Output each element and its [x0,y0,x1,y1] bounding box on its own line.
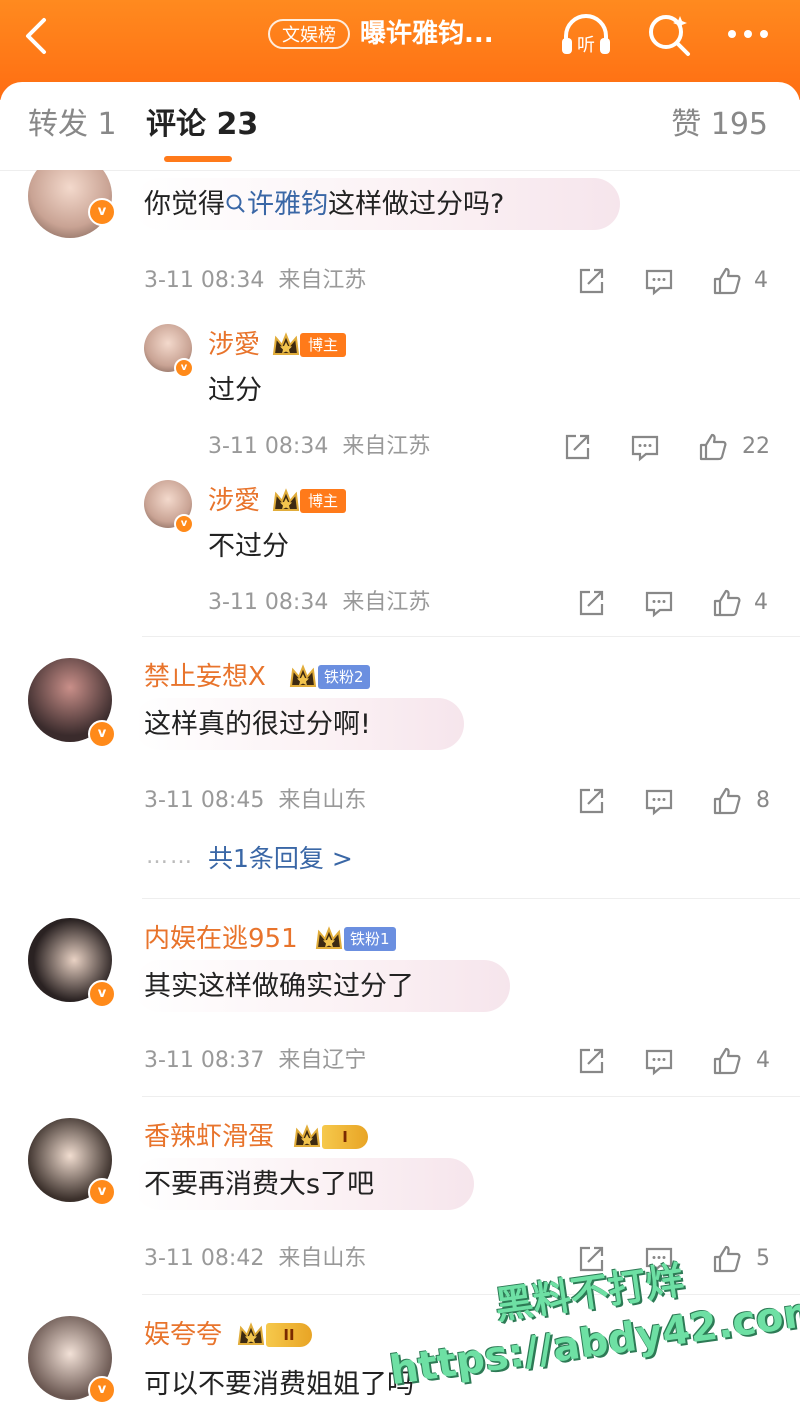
repost-icon[interactable] [576,1046,606,1076]
comment-meta: 3-11 08:42 来自山东 [144,1246,367,1271]
crown-icon [315,926,343,949]
reply-text: 过分 [208,375,262,406]
comment-icon[interactable] [644,266,674,296]
divider [142,1294,800,1295]
reply-text: 不过分 [208,531,289,562]
username[interactable]: 禁止妄想X [144,660,266,694]
comment-meta: 3-11 08:45 来自山东 [144,788,367,813]
comment-text: 不要再消费大s了吧 [144,1169,375,1200]
comment-text: 其实这样做确实过分了 [144,971,414,1002]
level-badge: II [266,1323,312,1347]
tab-repost[interactable]: 转发 1 [28,104,117,146]
crown-icon [237,1322,265,1345]
tabs-bar: 转发 1 评论 23 赞 195 [0,82,800,171]
comment-icon[interactable] [630,432,660,462]
active-tab-indicator [164,156,232,162]
divider [142,898,800,899]
like-icon[interactable] [712,1046,742,1076]
fan-badge: 铁粉1 [344,927,396,951]
comment-text: 可以不要消费姐姐了吗 [144,1369,414,1400]
verified-badge-icon: v [88,1178,116,1206]
like-count: 5 [756,1246,770,1271]
comment-meta: 3-11 08:37 来自辽宁 [144,1048,367,1073]
topic-tag[interactable]: 文娱榜 [268,19,350,49]
crown-icon [289,664,317,687]
like-icon[interactable] [712,266,742,296]
like-icon[interactable] [712,1244,742,1274]
listen-label: 听 [577,35,595,56]
username[interactable]: 涉愛 [208,328,260,362]
like-count: 4 [754,590,768,615]
like-icon[interactable] [712,786,742,816]
comment-text: 你觉得 许雅钧这样做过分吗? [144,189,505,220]
more-replies-dots: …… [146,844,194,869]
view-replies-link[interactable]: 共1条回复 > [208,842,353,876]
role-badge: 博主 [300,333,347,357]
username[interactable]: 内娱在逃951 [144,922,298,956]
username[interactable]: 娱夸夸 [144,1318,222,1352]
like-icon[interactable] [698,432,728,462]
reply-meta: 3-11 08:34 来自江苏 [208,590,431,615]
username[interactable]: 涉愛 [208,484,260,518]
comment-icon[interactable] [644,786,674,816]
page-title: 曝许雅钧... [360,19,494,49]
like-icon[interactable] [712,588,742,618]
like-count: 8 [756,788,770,813]
listen-icon[interactable]: 听 [558,10,614,60]
comment-text: 这样真的很过分啊! [144,709,371,740]
back-icon[interactable] [18,14,58,58]
tab-likes[interactable]: 赞 195 [671,104,768,146]
more-icon[interactable] [722,14,774,54]
crown-icon [293,1124,321,1147]
repost-icon[interactable] [576,266,606,296]
verified-badge-icon: v [88,720,116,748]
repost-icon[interactable] [576,786,606,816]
like-count: 4 [754,268,768,293]
like-count: 4 [756,1048,770,1073]
verified-badge-icon: v [174,514,194,534]
comment-list[interactable]: v 你觉得 许雅钧这样做过分吗? 3-11 08:34 来自江苏 4 v 涉愛 博… [0,170,800,1422]
reply-meta: 3-11 08:34 来自江苏 [208,434,431,459]
verified-badge-icon: v [88,198,116,226]
repost-icon[interactable] [562,432,592,462]
divider [142,636,800,637]
search-icon [226,194,245,213]
like-count: 22 [742,434,770,459]
level-badge: I [322,1125,368,1149]
search-icon[interactable] [646,12,692,58]
comment-meta: 3-11 08:34 来自江苏 [144,268,367,293]
divider [142,1096,800,1097]
verified-badge-icon: v [88,980,116,1008]
crown-icon [272,332,300,355]
crown-icon [272,488,300,511]
comment-icon[interactable] [644,588,674,618]
username[interactable]: 香辣虾滑蛋 [144,1120,274,1154]
fan-badge: 铁粉2 [318,665,370,689]
tab-comments[interactable]: 评论 23 [146,104,258,146]
repost-icon[interactable] [576,588,606,618]
role-badge: 博主 [300,489,347,513]
topic-link[interactable]: 许雅钧 [225,189,328,220]
verified-badge-icon: v [174,358,194,378]
comment-icon[interactable] [644,1046,674,1076]
verified-badge-icon: v [88,1376,116,1404]
